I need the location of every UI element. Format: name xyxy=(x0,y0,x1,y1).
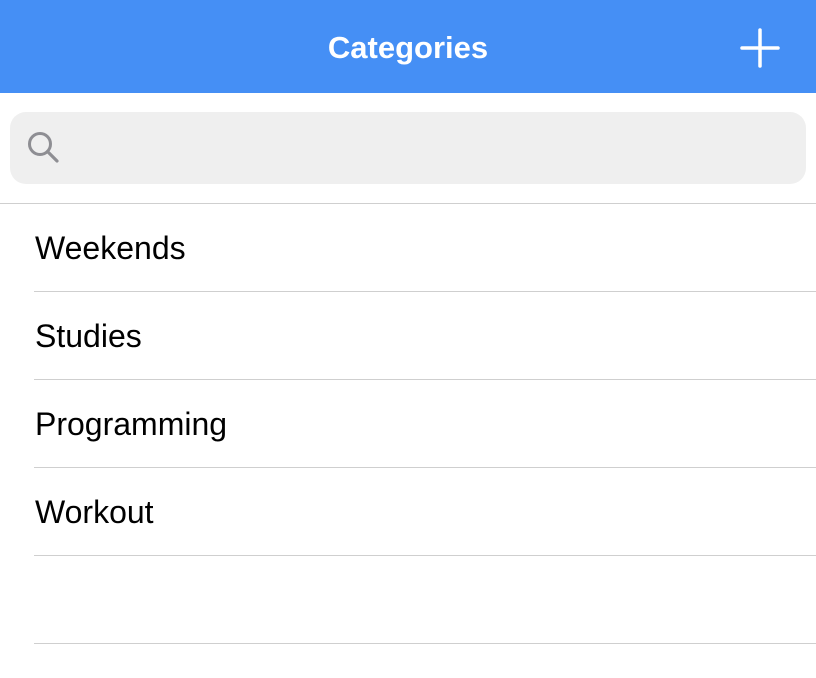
list-item[interactable]: Weekends xyxy=(0,204,816,292)
plus-icon xyxy=(740,28,780,68)
empty-list-row xyxy=(0,556,816,644)
add-category-button[interactable] xyxy=(738,26,782,70)
category-list: Weekends Studies Programming Workout xyxy=(0,204,816,644)
page-title: Categories xyxy=(327,30,489,65)
list-item[interactable]: Programming xyxy=(0,380,816,468)
search-input[interactable] xyxy=(72,112,796,186)
list-item[interactable]: Workout xyxy=(0,468,816,556)
navigation-bar: Categories xyxy=(0,0,816,93)
search-bar[interactable] xyxy=(10,112,806,186)
list-item-label: Workout xyxy=(35,494,154,530)
row-separator xyxy=(34,643,816,644)
list-item-label: Programming xyxy=(35,406,228,442)
list-item[interactable]: Studies xyxy=(0,292,816,380)
list-item-label: Weekends xyxy=(35,230,186,266)
search-icon xyxy=(28,132,59,163)
list-item-label: Studies xyxy=(35,318,142,354)
